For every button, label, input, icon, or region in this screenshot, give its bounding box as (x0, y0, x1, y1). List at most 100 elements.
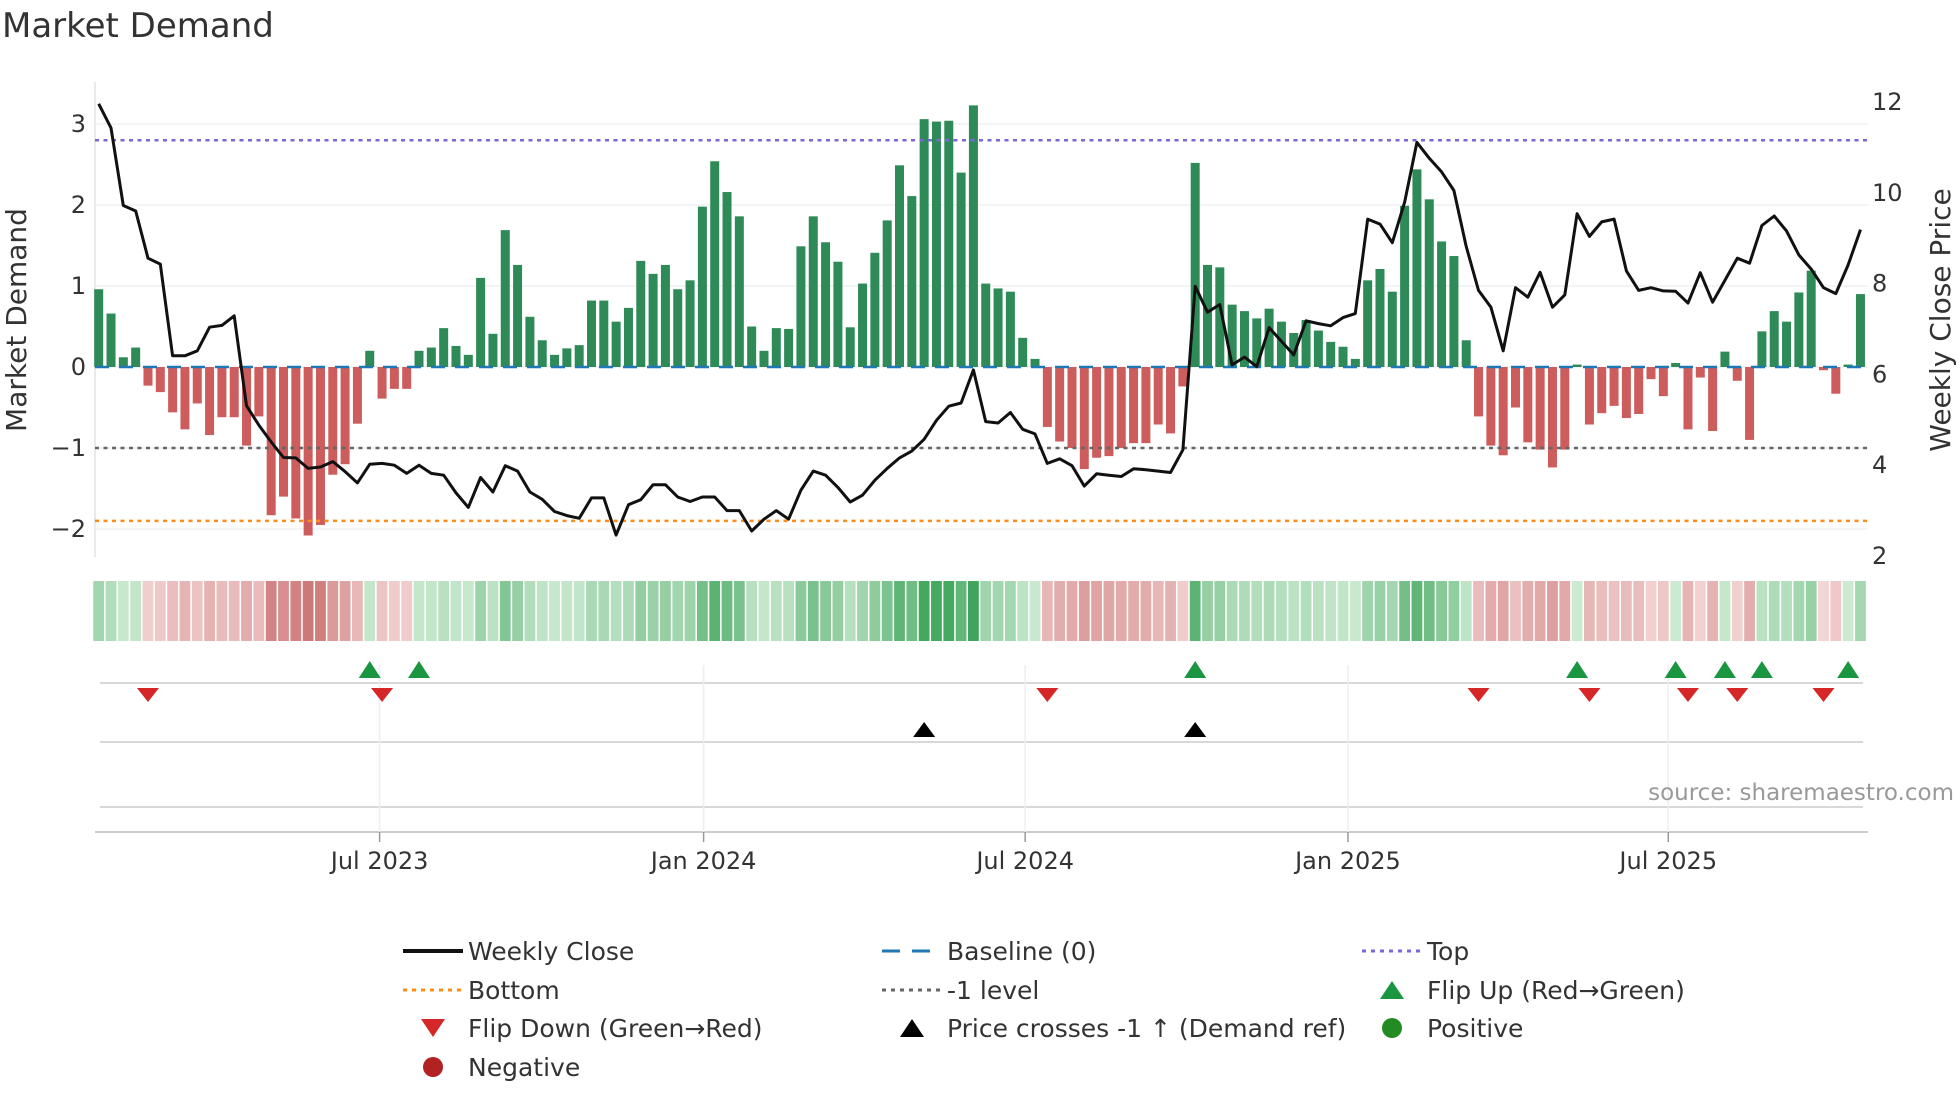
heat-cell (1744, 581, 1755, 641)
demand-bar (192, 367, 202, 404)
demand-bar (734, 216, 744, 367)
heat-cell (1140, 581, 1152, 641)
heat-cell (1781, 581, 1792, 641)
demand-bar (1683, 367, 1693, 430)
y2-tick-label: 8 (1872, 270, 1887, 298)
demand-bar (993, 288, 1003, 367)
heat-cell (918, 581, 930, 641)
demand-bar (660, 264, 670, 367)
demand-bar (106, 313, 116, 367)
heat-cell (1707, 581, 1719, 641)
heat-cell (931, 581, 942, 641)
demand-bar (118, 357, 128, 367)
demand-bar (710, 161, 720, 367)
flip-down-marker (1676, 688, 1699, 702)
demand-bar (389, 367, 399, 389)
demand-bar (1079, 367, 1089, 470)
demand-bar (796, 246, 806, 367)
heat-cell (1657, 581, 1669, 641)
y-tick-label: 3 (71, 110, 86, 138)
heat-cell (1239, 581, 1250, 641)
legend-label: Flip Up (Red→Green) (1427, 975, 1685, 1005)
heat-cell (857, 581, 868, 641)
demand-bar (1708, 367, 1718, 431)
heat-cell (1805, 581, 1817, 641)
demand-bar (1855, 294, 1865, 367)
demand-bar (1695, 367, 1705, 378)
demand-bar (254, 367, 264, 417)
heat-cell (1633, 581, 1645, 641)
heat-cell (142, 581, 154, 641)
legend-label: Flip Down (Green→Red) (468, 1013, 763, 1043)
demand-bar (180, 367, 190, 430)
demand-bar (833, 261, 843, 367)
legend-weekly-close: Weekly Close (398, 934, 634, 968)
demand-bar (131, 347, 141, 367)
demand-bar (1055, 367, 1065, 442)
demand-bar (1769, 311, 1779, 367)
y-tick-label: 2 (71, 191, 86, 219)
demand-bar (919, 119, 929, 367)
heat-cell (1214, 581, 1226, 641)
heat-cell (167, 581, 179, 641)
heat-cell (844, 581, 856, 641)
demand-bar (574, 345, 584, 367)
heat-cell (388, 581, 400, 641)
demand-bar (648, 273, 658, 367)
demand-bar (1609, 367, 1619, 406)
heat-cell (1091, 581, 1103, 641)
heat-cell (1485, 581, 1497, 641)
weekly-close-line (97, 103, 1862, 537)
legend-label: Positive (1427, 1013, 1524, 1043)
demand-bar (587, 300, 596, 367)
flip-up-marker (1837, 661, 1860, 678)
demand-bar (1621, 367, 1631, 419)
demand-bar (94, 289, 104, 367)
demand-bar (279, 367, 288, 497)
legend-flip-up: Flip Up (Red→Green) (1357, 973, 1685, 1007)
legend-flip-down: Flip Down (Green→Red) (398, 1011, 763, 1045)
heat-cell (684, 581, 696, 641)
dotted-line-icon (1357, 934, 1427, 968)
demand-bar (1671, 362, 1681, 367)
demand-bar (685, 280, 695, 367)
heat-cell (1004, 581, 1016, 641)
heat-cell (696, 581, 708, 641)
heat-cell (635, 581, 647, 641)
heat-cell (1202, 581, 1213, 641)
demand-bar (1646, 367, 1656, 380)
flip-up-marker (358, 661, 381, 678)
heat-cell (1226, 581, 1238, 641)
heat-cell (1473, 581, 1484, 641)
demand-bar (1745, 367, 1755, 440)
heat-cell (1584, 581, 1595, 641)
heat-cell (265, 581, 277, 641)
heat-cell (241, 581, 252, 641)
demand-bar (1018, 337, 1028, 367)
demand-bar (217, 367, 227, 418)
demand-bar (981, 283, 991, 367)
demand-bar (895, 165, 904, 367)
flip-up-marker (1713, 661, 1736, 678)
heat-cell (733, 581, 745, 641)
demand-bar (1584, 367, 1594, 425)
heat-cell (1448, 581, 1460, 641)
demand-bar (1806, 270, 1816, 367)
price-cross-marker (1184, 722, 1207, 737)
x-tick-label: Jan 2024 (649, 847, 757, 875)
demand-bar (821, 242, 831, 367)
heat-cell (450, 581, 462, 641)
heat-cell (1115, 581, 1127, 641)
heat-cell (1731, 581, 1743, 641)
heat-cell (672, 581, 684, 641)
heat-cell (1547, 581, 1558, 641)
demand-bar (476, 277, 486, 367)
heat-cell (1423, 581, 1435, 641)
demand-bar (155, 367, 165, 393)
heat-cell (475, 581, 487, 641)
heat-cell (1177, 581, 1189, 641)
heat-cell (992, 581, 1004, 641)
demand-bar (1535, 367, 1545, 450)
y2-tick-label: 10 (1872, 179, 1903, 207)
demand-bar (550, 354, 560, 367)
